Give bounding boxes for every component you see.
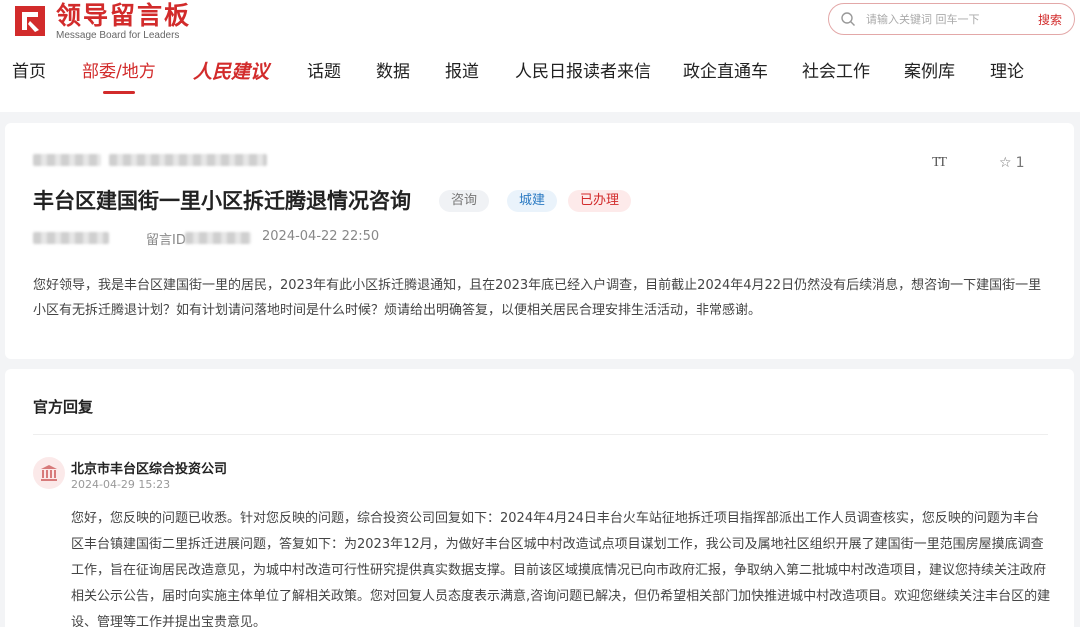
nav-item-theory[interactable]: 理论 [990, 58, 1024, 94]
search-button[interactable]: 搜索 [1038, 11, 1062, 28]
favorite-button[interactable]: ☆ 1 [999, 155, 1024, 171]
search-box: 搜索 [828, 3, 1075, 35]
blurred-message-id [185, 232, 251, 244]
government-building-icon [41, 465, 57, 481]
reply-card: 官方回复 北京市丰台区综合投资公司 2024-04-29 15:23 您好，您反… [5, 369, 1074, 627]
site-logo[interactable]: 领导留言板 Message Board for Leaders [12, 0, 192, 41]
tag-processed: 已办理 [568, 190, 632, 212]
message-id-label: 留言ID [146, 233, 186, 248]
blurred-username [33, 232, 109, 244]
nav-item-people-suggestions[interactable]: 人民建议 [193, 58, 269, 94]
nav-item-reader-letters[interactable]: 人民日报读者来信 [515, 58, 651, 94]
message-datetime: 2024-04-22 22:50 [262, 229, 380, 244]
tag-consult[interactable]: 咨询 [439, 190, 490, 212]
divider [33, 434, 1048, 435]
search-icon [841, 12, 855, 26]
font-size-icon: TT [932, 155, 947, 170]
nav-item-reports[interactable]: 报道 [445, 58, 479, 94]
logo-mark-icon [12, 3, 48, 39]
font-size-button[interactable]: TT [932, 155, 947, 171]
org-avatar [33, 457, 65, 489]
nav-item-data[interactable]: 数据 [376, 58, 410, 94]
main-nav: 首页 部委/地方 人民建议 话题 数据 报道 人民日报读者来信 政企直通车 社会… [0, 58, 1080, 94]
tag-urban-construction[interactable]: 城建 [507, 190, 558, 212]
message-title: 丰台区建国街一里小区拆迁腾退情况咨询 [33, 189, 411, 213]
blurred-breadcrumb-detail [109, 154, 267, 166]
message-card: TT ☆ 1 丰台区建国街一里小区拆迁腾退情况咨询 咨询 城建 已办理 留言ID… [5, 123, 1074, 359]
nav-item-case-library[interactable]: 案例库 [904, 58, 955, 94]
reply-datetime: 2024-04-29 15:23 [71, 478, 171, 491]
star-icon: ☆ [999, 155, 1012, 171]
nav-item-gov-enterprise[interactable]: 政企直通车 [683, 58, 768, 94]
reply-org-name: 北京市丰台区综合投资公司 [71, 462, 228, 477]
nav-item-home[interactable]: 首页 [12, 58, 46, 94]
site-subtitle: Message Board for Leaders [56, 29, 180, 41]
blurred-breadcrumb [33, 154, 101, 166]
nav-item-topics[interactable]: 话题 [307, 58, 341, 94]
site-header: 领导留言板 Message Board for Leaders 搜索 首页 部委… [0, 0, 1080, 112]
reply-content: 您好，您反映的问题已收悉。针对您反映的问题，综合投资公司回复如下：2024年4月… [71, 511, 1051, 627]
site-title: 领导留言板 [56, 0, 192, 30]
favorite-count: 1 [1015, 155, 1025, 171]
nav-item-social-work[interactable]: 社会工作 [802, 58, 870, 94]
message-content: 您好领导，我是丰台区建国街一里的居民，2023年有此小区拆迁腾退通知，且在202… [33, 278, 1042, 318]
search-input[interactable] [866, 12, 1031, 26]
nav-item-ministries-local[interactable]: 部委/地方 [82, 58, 156, 94]
reply-section-title: 官方回复 [33, 398, 94, 416]
